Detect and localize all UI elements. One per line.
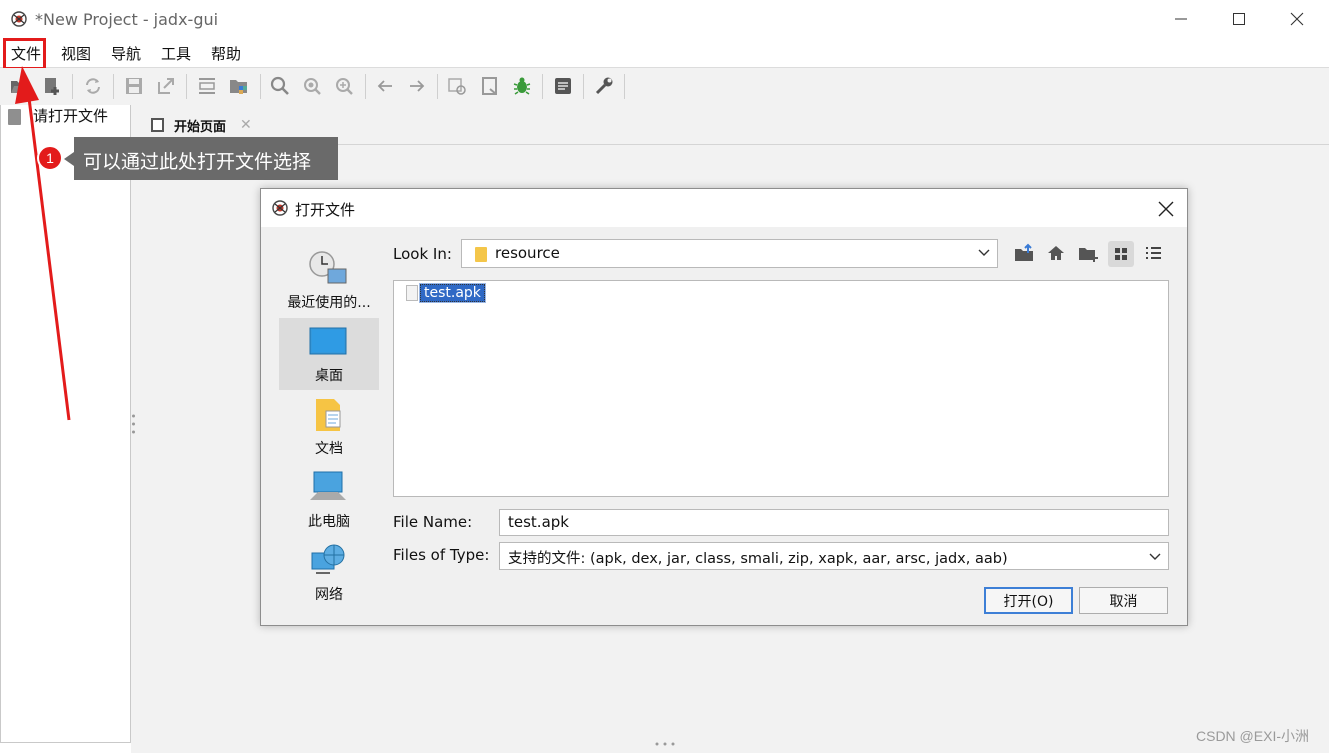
dialog-title: 打开文件 xyxy=(295,201,356,219)
watermark: CSDN @EXI-小洲 xyxy=(1196,728,1309,744)
place-computer[interactable]: 此电脑 xyxy=(279,464,379,536)
place-label: 桌面 xyxy=(315,368,343,384)
annotation-number-badge: 1 xyxy=(37,145,63,171)
place-network[interactable]: 网络 xyxy=(279,537,379,609)
jadx-logo-icon xyxy=(272,200,288,216)
list-view-button[interactable] xyxy=(1108,241,1134,267)
network-icon xyxy=(311,544,345,574)
look-in-dropdown[interactable]: resource xyxy=(461,239,998,268)
file-type-dropdown[interactable]: 支持的文件: (apk, dex, jar, class, smali, zip… xyxy=(499,542,1169,570)
file-name-field[interactable]: test.apk xyxy=(499,509,1169,536)
up-folder-icon[interactable] xyxy=(1012,241,1036,265)
dialog-title-bar: 打开文件 xyxy=(261,189,1187,227)
documents-icon xyxy=(316,399,341,431)
file-type-label: Files of Type: xyxy=(393,546,490,564)
place-recent[interactable]: 最近使用的... xyxy=(279,245,379,317)
place-label: 网络 xyxy=(315,587,343,603)
file-icon xyxy=(406,285,418,301)
open-button[interactable]: 打开(O) xyxy=(984,587,1073,614)
recent-icon xyxy=(309,251,347,284)
place-documents[interactable]: 文档 xyxy=(279,391,379,463)
file-type-value: 支持的文件: (apk, dex, jar, class, smali, zip… xyxy=(508,551,1008,567)
chevron-down-icon xyxy=(978,249,990,256)
new-folder-icon[interactable] xyxy=(1076,241,1100,265)
file-list[interactable]: test.apk xyxy=(393,280,1169,497)
look-in-label: Look In: xyxy=(393,245,452,263)
cancel-button[interactable]: 取消 xyxy=(1079,587,1168,614)
open-file-dialog: 打开文件 最近使用的... 桌面 文档 此电脑 网络 Look In: reso… xyxy=(260,188,1188,626)
annotation-callout: 可以通过此处打开文件选择 xyxy=(64,137,338,180)
computer-icon xyxy=(310,471,346,500)
desktop-icon xyxy=(309,327,347,355)
file-name: test.apk xyxy=(419,283,486,303)
place-desktop[interactable]: 桌面 xyxy=(279,318,379,390)
list-item[interactable]: test.apk xyxy=(406,283,486,303)
details-view-icon[interactable] xyxy=(1141,241,1165,265)
place-label: 最近使用的... xyxy=(287,295,371,311)
dialog-close-button[interactable] xyxy=(1154,197,1178,221)
place-label: 此电脑 xyxy=(308,514,350,530)
folder-icon xyxy=(475,247,487,262)
grid-view-icon xyxy=(1115,248,1127,260)
place-label: 文档 xyxy=(315,441,343,457)
look-in-value: resource xyxy=(495,244,560,262)
close-icon xyxy=(1158,201,1174,217)
file-name-label: File Name: xyxy=(393,513,473,531)
chevron-down-icon xyxy=(1149,553,1161,560)
home-icon[interactable] xyxy=(1044,241,1068,265)
